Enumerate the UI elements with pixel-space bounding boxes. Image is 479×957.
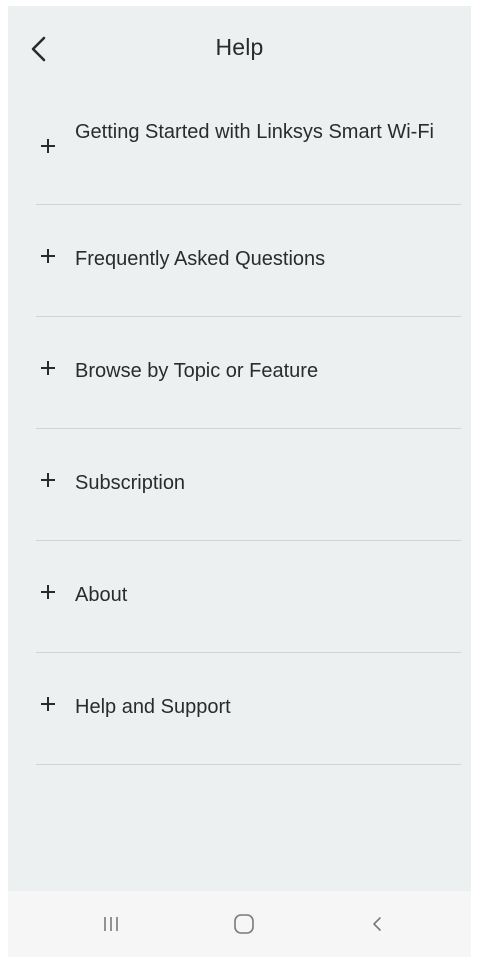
help-item-label: Browse by Topic or Feature [75,360,319,382]
help-item-label: Frequently Asked Questions [75,248,326,270]
plus-icon [41,248,57,264]
plus-icon [41,584,57,600]
header: Help [8,6,471,90]
plus-icon [41,472,57,488]
help-item-getting-started[interactable]: Getting Started with Linksys Smart Wi-Fi [36,100,461,205]
system-nav-bar [8,891,471,957]
help-item-help-and-support[interactable]: Help and Support [36,653,461,765]
home-icon [234,914,254,934]
help-item-about[interactable]: About [36,541,461,653]
page-title: Help [215,34,264,60]
help-item-subscription[interactable]: Subscription [36,429,461,541]
home-button[interactable] [204,891,284,957]
system-back-button[interactable] [337,891,417,957]
back-icon [373,917,381,931]
help-item-label: About [75,584,128,606]
help-item-faq[interactable]: Frequently Asked Questions [36,205,461,317]
recent-apps-icon [104,917,118,931]
plus-icon [41,360,57,376]
help-screen: Help Getting Started with Linksys Smart … [8,6,471,957]
plus-icon [41,696,57,712]
help-item-label: Getting Started with Linksys Smart Wi-Fi [75,121,434,143]
help-list: Getting Started with Linksys Smart Wi-Fi… [36,100,461,765]
plus-icon [41,138,57,154]
help-item-label: Help and Support [75,696,231,718]
recent-apps-button[interactable] [71,891,151,957]
help-item-browse-by-topic[interactable]: Browse by Topic or Feature [36,317,461,429]
help-item-label: Subscription [75,472,186,494]
